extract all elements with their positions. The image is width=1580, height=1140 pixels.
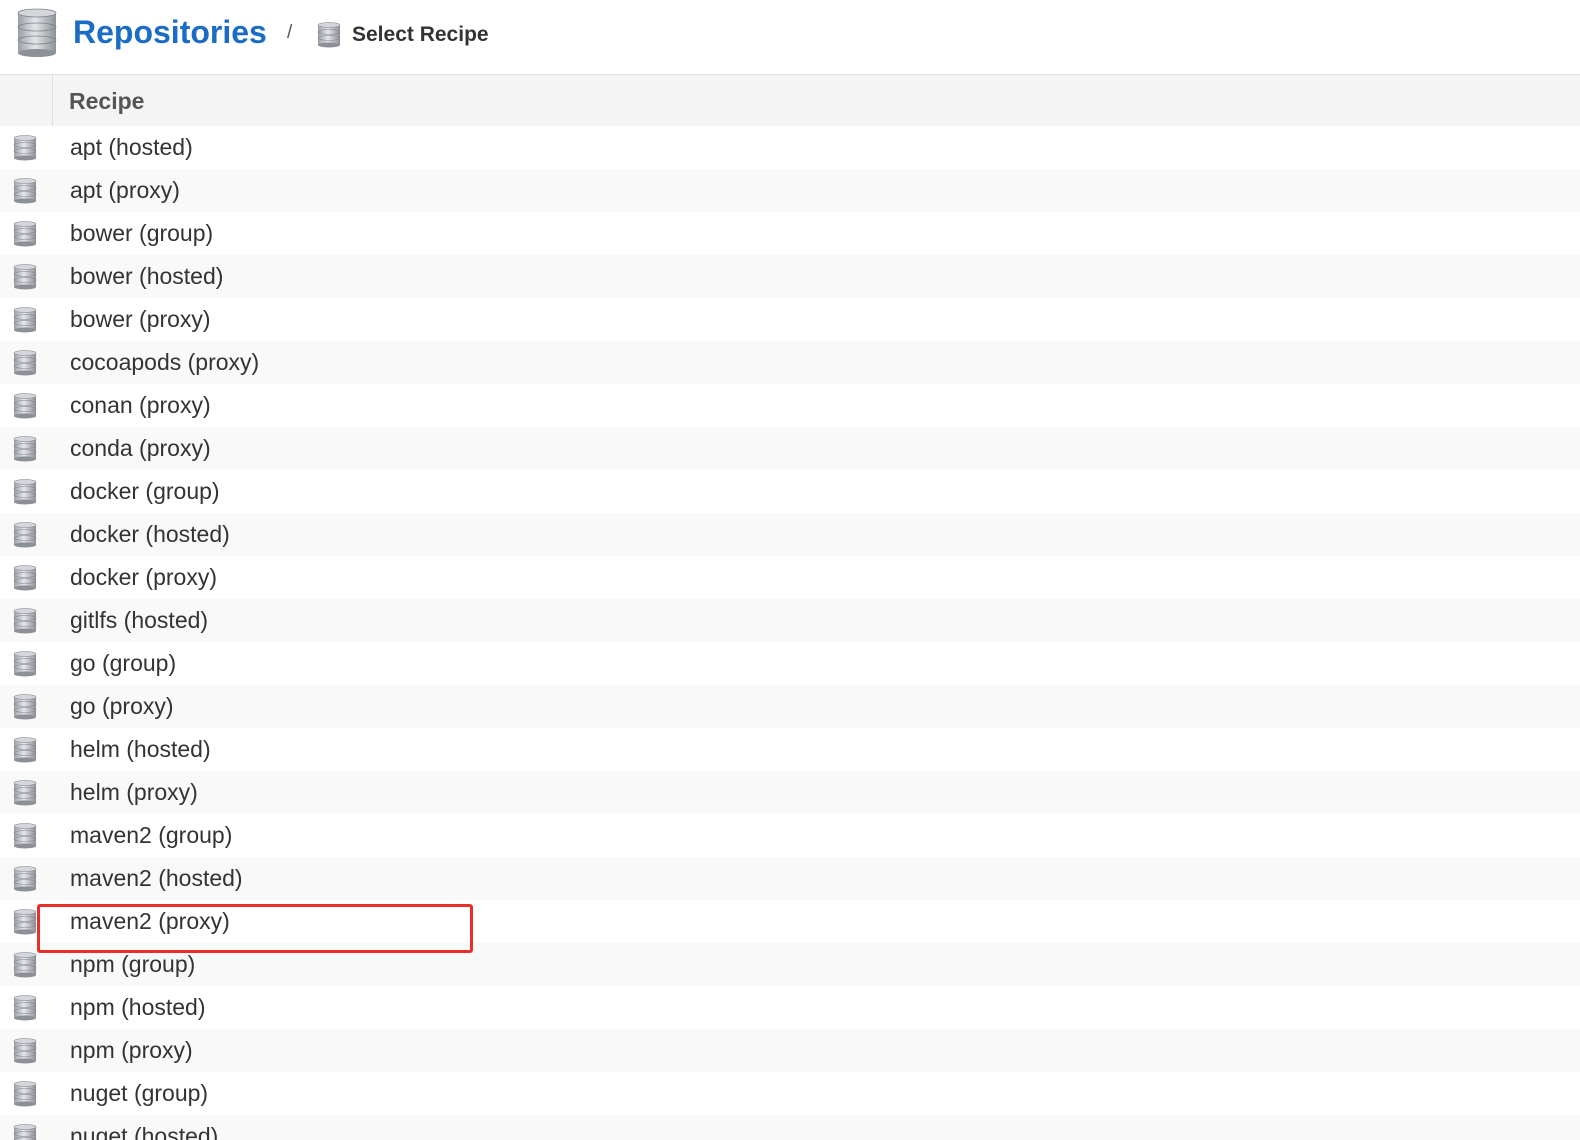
database-icon <box>13 264 37 290</box>
breadcrumb-current: Select Recipe <box>352 23 489 46</box>
table-row[interactable]: apt (proxy) <box>0 169 1580 212</box>
recipe-name: gitlfs (hosted) <box>70 607 209 633</box>
recipe-name: docker (proxy) <box>70 564 217 590</box>
table-row[interactable]: docker (proxy) <box>0 556 1580 599</box>
table-header: Recipe <box>0 75 1580 127</box>
icon-column-header <box>0 75 53 126</box>
recipe-name: docker (group) <box>70 478 220 504</box>
table-row[interactable]: nuget (hosted) <box>0 1115 1580 1140</box>
database-icon <box>13 436 37 462</box>
table-row[interactable]: nuget (group) <box>0 1072 1580 1115</box>
recipe-name: maven2 (proxy) <box>70 908 230 934</box>
database-icon <box>13 909 37 935</box>
table-row[interactable]: apt (hosted) <box>0 126 1580 169</box>
recipe-name: helm (proxy) <box>70 779 198 805</box>
table-row[interactable]: maven2 (group) <box>0 814 1580 857</box>
database-icon <box>13 350 37 376</box>
recipe-name: maven2 (hosted) <box>70 865 243 891</box>
recipe-name: nuget (hosted) <box>70 1123 219 1140</box>
database-icon <box>13 1124 37 1140</box>
database-icon <box>13 221 37 247</box>
database-icon <box>13 1038 37 1064</box>
table-row[interactable]: cocoapods (proxy) <box>0 341 1580 384</box>
database-icon <box>13 565 37 591</box>
recipe-name: cocoapods (proxy) <box>70 349 260 375</box>
table-row[interactable]: helm (proxy) <box>0 771 1580 814</box>
table-row[interactable]: conda (proxy) <box>0 427 1580 470</box>
recipe-name: bower (group) <box>70 220 214 246</box>
table-row[interactable]: npm (proxy) <box>0 1029 1580 1072</box>
recipe-name: conan (proxy) <box>70 392 211 418</box>
table-row[interactable]: go (proxy) <box>0 685 1580 728</box>
recipe-name: apt (hosted) <box>70 134 193 160</box>
table-row[interactable]: conan (proxy) <box>0 384 1580 427</box>
database-icon <box>13 393 37 419</box>
recipe-name: npm (proxy) <box>70 1037 193 1063</box>
page-title[interactable]: Repositories <box>73 12 267 52</box>
database-icon <box>13 780 37 806</box>
database-icon <box>13 823 37 849</box>
table-row[interactable]: maven2 (hosted) <box>0 857 1580 900</box>
database-icon <box>13 1081 37 1107</box>
table-row[interactable]: bower (proxy) <box>0 298 1580 341</box>
page: Repositories / Select Recipe Recipe apt … <box>0 0 1580 1140</box>
recipe-name: npm (hosted) <box>70 994 206 1020</box>
recipe-name: bower (proxy) <box>70 306 211 332</box>
recipe-name: conda (proxy) <box>70 435 211 461</box>
recipe-name: go (group) <box>70 650 177 676</box>
recipe-name: docker (hosted) <box>70 521 230 547</box>
database-icon <box>13 522 37 548</box>
table-row[interactable]: gitlfs (hosted) <box>0 599 1580 642</box>
database-icon <box>13 737 37 763</box>
recipe-column-header[interactable]: Recipe <box>69 87 144 115</box>
database-icon <box>13 866 37 892</box>
database-icon <box>13 135 37 161</box>
recipe-name: go (proxy) <box>70 693 174 719</box>
recipe-name: apt (proxy) <box>70 177 180 203</box>
database-icon <box>317 22 341 48</box>
recipe-name: nuget (group) <box>70 1080 209 1106</box>
recipe-list: apt (hosted) apt (proxy) bower (group) bowe… <box>0 126 1580 1140</box>
table-row[interactable]: bower (group) <box>0 212 1580 255</box>
database-icon <box>17 8 57 57</box>
database-icon <box>13 178 37 204</box>
database-icon <box>13 995 37 1021</box>
database-icon <box>13 694 37 720</box>
database-icon <box>13 307 37 333</box>
table-row[interactable]: npm (hosted) <box>0 986 1580 1029</box>
table-row[interactable]: npm (group) <box>0 943 1580 986</box>
recipe-name: bower (hosted) <box>70 263 224 289</box>
table-row[interactable]: docker (hosted) <box>0 513 1580 556</box>
recipe-name: helm (hosted) <box>70 736 211 762</box>
database-icon <box>13 651 37 677</box>
database-icon <box>13 479 37 505</box>
database-icon <box>13 608 37 634</box>
table-row[interactable]: bower (hosted) <box>0 255 1580 298</box>
table-row[interactable]: go (group) <box>0 642 1580 685</box>
database-icon <box>13 952 37 978</box>
breadcrumb-separator: / <box>287 22 293 43</box>
page-header: Repositories / Select Recipe <box>0 0 1580 75</box>
recipe-name: npm (group) <box>70 951 196 977</box>
table-row[interactable]: docker (group) <box>0 470 1580 513</box>
table-row[interactable]: maven2 (proxy) <box>0 900 1580 943</box>
recipe-name: maven2 (group) <box>70 822 233 848</box>
table-row[interactable]: helm (hosted) <box>0 728 1580 771</box>
